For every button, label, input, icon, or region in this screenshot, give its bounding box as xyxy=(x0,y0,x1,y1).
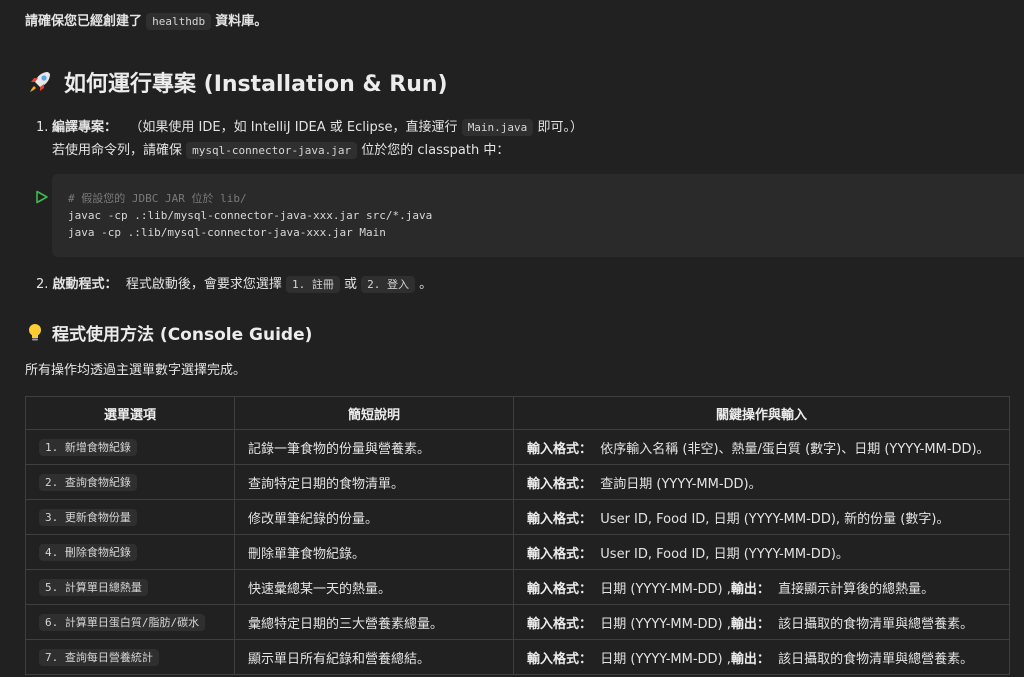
step-text: 即可。） xyxy=(537,120,583,135)
install-heading: 如何運行專案 (Installation & Run) xyxy=(26,66,448,98)
inline-code-main-java: Main.java xyxy=(461,119,534,136)
short-description-cell: 彙總特定日期的三大營養素總量。 xyxy=(234,604,514,640)
code-block: # 假設您的 JDBC JAR 位於 lib/ javac -cp .:lib/… xyxy=(52,174,1024,257)
table-row: 7. 查詢每日營養統計 顯示單日所有紀錄和營養總結。 輸入格式： 日期 (YYYY-… xyxy=(25,639,1010,675)
step-label: 編譯專案： xyxy=(52,120,118,135)
key-input-cell: 輸入格式： 日期 (YYYY-MM-DD) ,輸出： 直接顯示計算後的總熱量。 xyxy=(513,569,1010,605)
menu-option-cell: 7. 查詢每日營養統計 xyxy=(25,639,235,675)
short-description-cell: 修改單筆紀錄的份量。 xyxy=(234,499,514,535)
db-note: 請確保您已經創建了 healthdb 資料庫。 xyxy=(25,10,268,30)
menu-option-code: 7. 查詢每日營養統計 xyxy=(39,649,159,666)
step-number: 2. xyxy=(36,277,49,292)
step-text: 或 xyxy=(344,277,358,292)
key-input-cell: 輸入格式： 依序輸入名稱 (非空)、熱量/蛋白質 (數字)、日期 (YYYY-M… xyxy=(513,429,1010,465)
column-header: 簡短說明 xyxy=(234,396,514,430)
short-description-cell: 刪除單筆食物紀錄。 xyxy=(234,534,514,570)
output-text: 該日攝取的食物清單與總營養素。 xyxy=(778,651,974,667)
input-format-text: User ID, Food ID, 日期 (YYYY-MM-DD)。 xyxy=(600,546,849,562)
db-note-suffix: 資料庫。 xyxy=(215,14,268,29)
input-format-label: 輸入格式： xyxy=(527,511,593,527)
table-row: 3. 更新食物份量 修改單筆紀錄的份量。 輸入格式： User ID, Food I… xyxy=(25,499,1010,535)
short-description-cell: 顯示單日所有紀錄和營養總結。 xyxy=(234,639,514,675)
input-format-label: 輸入格式： xyxy=(527,581,593,597)
inline-code-healthdb: healthdb xyxy=(146,13,212,30)
output-label: 輸出： xyxy=(730,581,770,597)
db-note-prefix: 請確保您已經創建了 xyxy=(25,14,143,29)
step-number: 1. xyxy=(36,120,49,135)
output-label: 輸出： xyxy=(730,651,770,667)
column-header: 選單選項 xyxy=(25,396,235,430)
table-header-row: 選單選項 簡短說明 關鍵操作與輸入 xyxy=(25,396,1010,430)
input-format-text: User ID, Food ID, 日期 (YYYY-MM-DD), 新的份量 … xyxy=(600,511,950,527)
table-row: 5. 計算單日總熱量 快速彙總某一天的熱量。 輸入格式： 日期 (YYYY-MM-D… xyxy=(25,569,1010,605)
column-header: 關鍵操作與輸入 xyxy=(513,396,1010,430)
input-format-label: 輸入格式： xyxy=(527,651,593,667)
menu-option-cell: 4. 刪除食物紀錄 xyxy=(25,534,235,570)
short-description-cell: 快速彙總某一天的熱量。 xyxy=(234,569,514,605)
output-text: 直接顯示計算後的總熱量。 xyxy=(778,581,935,597)
key-input-cell: 輸入格式： User ID, Food ID, 日期 (YYYY-MM-DD)。 xyxy=(513,534,1010,570)
key-input-cell: 輸入格式： User ID, Food ID, 日期 (YYYY-MM-DD),… xyxy=(513,499,1010,535)
code-comment: # 假設您的 JDBC JAR 位於 lib/ xyxy=(68,192,247,205)
menu-option-cell: 1. 新增食物紀錄 xyxy=(25,429,235,465)
input-format-text: 日期 (YYYY-MM-DD) , xyxy=(600,651,731,667)
menu-option-code: 5. 計算單日總熱量 xyxy=(39,579,148,596)
table-row: 2. 查詢食物紀錄 查詢特定日期的食物清單。 輸入格式： 查詢日期 (YYYY-MM… xyxy=(25,464,1010,500)
step-text: 程式啟動後，會要求您選擇 xyxy=(125,277,282,292)
run-icon[interactable] xyxy=(35,190,49,204)
menu-option-code: 4. 刪除食物紀錄 xyxy=(39,544,137,561)
step-text: 。 xyxy=(419,277,433,292)
rocket-icon xyxy=(30,72,50,92)
input-format-text: 查詢日期 (YYYY-MM-DD)。 xyxy=(600,476,762,492)
step-2: 2. 啟動程式： 程式啟動後，會要求您選擇 1. 註冊 或 2. 登入 。 xyxy=(36,274,432,296)
input-format-text: 日期 (YYYY-MM-DD) , xyxy=(600,616,731,632)
key-input-cell: 輸入格式： 日期 (YYYY-MM-DD) ,輸出： 該日攝取的食物清單與總營養… xyxy=(513,639,1010,675)
input-format-label: 輸入格式： xyxy=(527,616,593,632)
code-line-java: java -cp .:lib/mysql-connector-java-xxx.… xyxy=(68,226,386,239)
step-text: 若使用命令列，請確保 xyxy=(52,143,183,158)
menu-option-cell: 6. 計算單日蛋白質/脂肪/碳水 xyxy=(25,604,235,640)
input-format-text: 依序輸入名稱 (非空)、熱量/蛋白質 (數字)、日期 (YYYY-MM-DD)。 xyxy=(600,441,990,457)
key-input-cell: 輸入格式： 日期 (YYYY-MM-DD) ,輸出： 該日攝取的食物清單與總營養… xyxy=(513,604,1010,640)
table-row: 1. 新增食物紀錄 記錄一筆食物的份量與營養素。 輸入格式： 依序輸入名稱 (非空)… xyxy=(25,429,1010,465)
short-description-cell: 記錄一筆食物的份量與營養素。 xyxy=(234,429,514,465)
input-format-text: 日期 (YYYY-MM-DD) , xyxy=(600,581,731,597)
input-format-label: 輸入格式： xyxy=(527,476,593,492)
output-label: 輸出： xyxy=(730,616,770,632)
menu-option-code: 2. 查詢食物紀錄 xyxy=(39,474,137,491)
short-description-cell: 查詢特定日期的食物清單。 xyxy=(234,464,514,500)
input-format-label: 輸入格式： xyxy=(527,546,593,562)
step-text: （如果使用 IDE，如 IntelliJ IDEA 或 Eclipse，直接運行 xyxy=(129,120,458,135)
guide-heading-text: 程式使用方法 (Console Guide) xyxy=(52,325,313,345)
step-label: 啟動程式： xyxy=(52,277,118,292)
lightbulb-icon xyxy=(29,323,41,340)
inline-code-connector-jar: mysql-connector-java.jar xyxy=(186,142,358,159)
inline-code-login: 2. 登入 xyxy=(361,276,416,293)
code-line-javac: javac -cp .:lib/mysql-connector-java-xxx… xyxy=(68,209,433,222)
menu-option-cell: 2. 查詢食物紀錄 xyxy=(25,464,235,500)
inline-code-register: 1. 註冊 xyxy=(285,276,340,293)
input-format-label: 輸入格式： xyxy=(527,441,593,457)
guide-description: 所有操作均透過主選單數字選擇完成。 xyxy=(25,363,247,378)
guide-heading: 程式使用方法 (Console Guide) xyxy=(26,320,312,345)
menu-option-cell: 5. 計算單日總熱量 xyxy=(25,569,235,605)
output-text: 該日攝取的食物清單與總營養素。 xyxy=(778,616,974,632)
console-guide-table: 選單選項 簡短說明 關鍵操作與輸入 1. 新增食物紀錄 記錄一筆食物的份量與營養素… xyxy=(25,396,1010,675)
menu-option-code: 3. 更新食物份量 xyxy=(39,509,137,526)
menu-option-code: 6. 計算單日蛋白質/脂肪/碳水 xyxy=(39,614,206,631)
step-text: 位於您的 classpath 中： xyxy=(361,143,510,158)
table-row: 4. 刪除食物紀錄 刪除單筆食物紀錄。 輸入格式： User ID, Food ID… xyxy=(25,534,1010,570)
table-row: 6. 計算單日蛋白質/脂肪/碳水 彙總特定日期的三大營養素總量。 輸入格式： 日期 … xyxy=(25,604,1010,640)
install-heading-text: 如何運行專案 (Installation & Run) xyxy=(64,72,448,97)
menu-option-code: 1. 新增食物紀錄 xyxy=(39,439,137,456)
key-input-cell: 輸入格式： 查詢日期 (YYYY-MM-DD)。 xyxy=(513,464,1010,500)
menu-option-cell: 3. 更新食物份量 xyxy=(25,499,235,535)
step-1: 1. 編譯專案： （如果使用 IDE，如 IntelliJ IDEA 或 Ecli… xyxy=(36,116,583,162)
